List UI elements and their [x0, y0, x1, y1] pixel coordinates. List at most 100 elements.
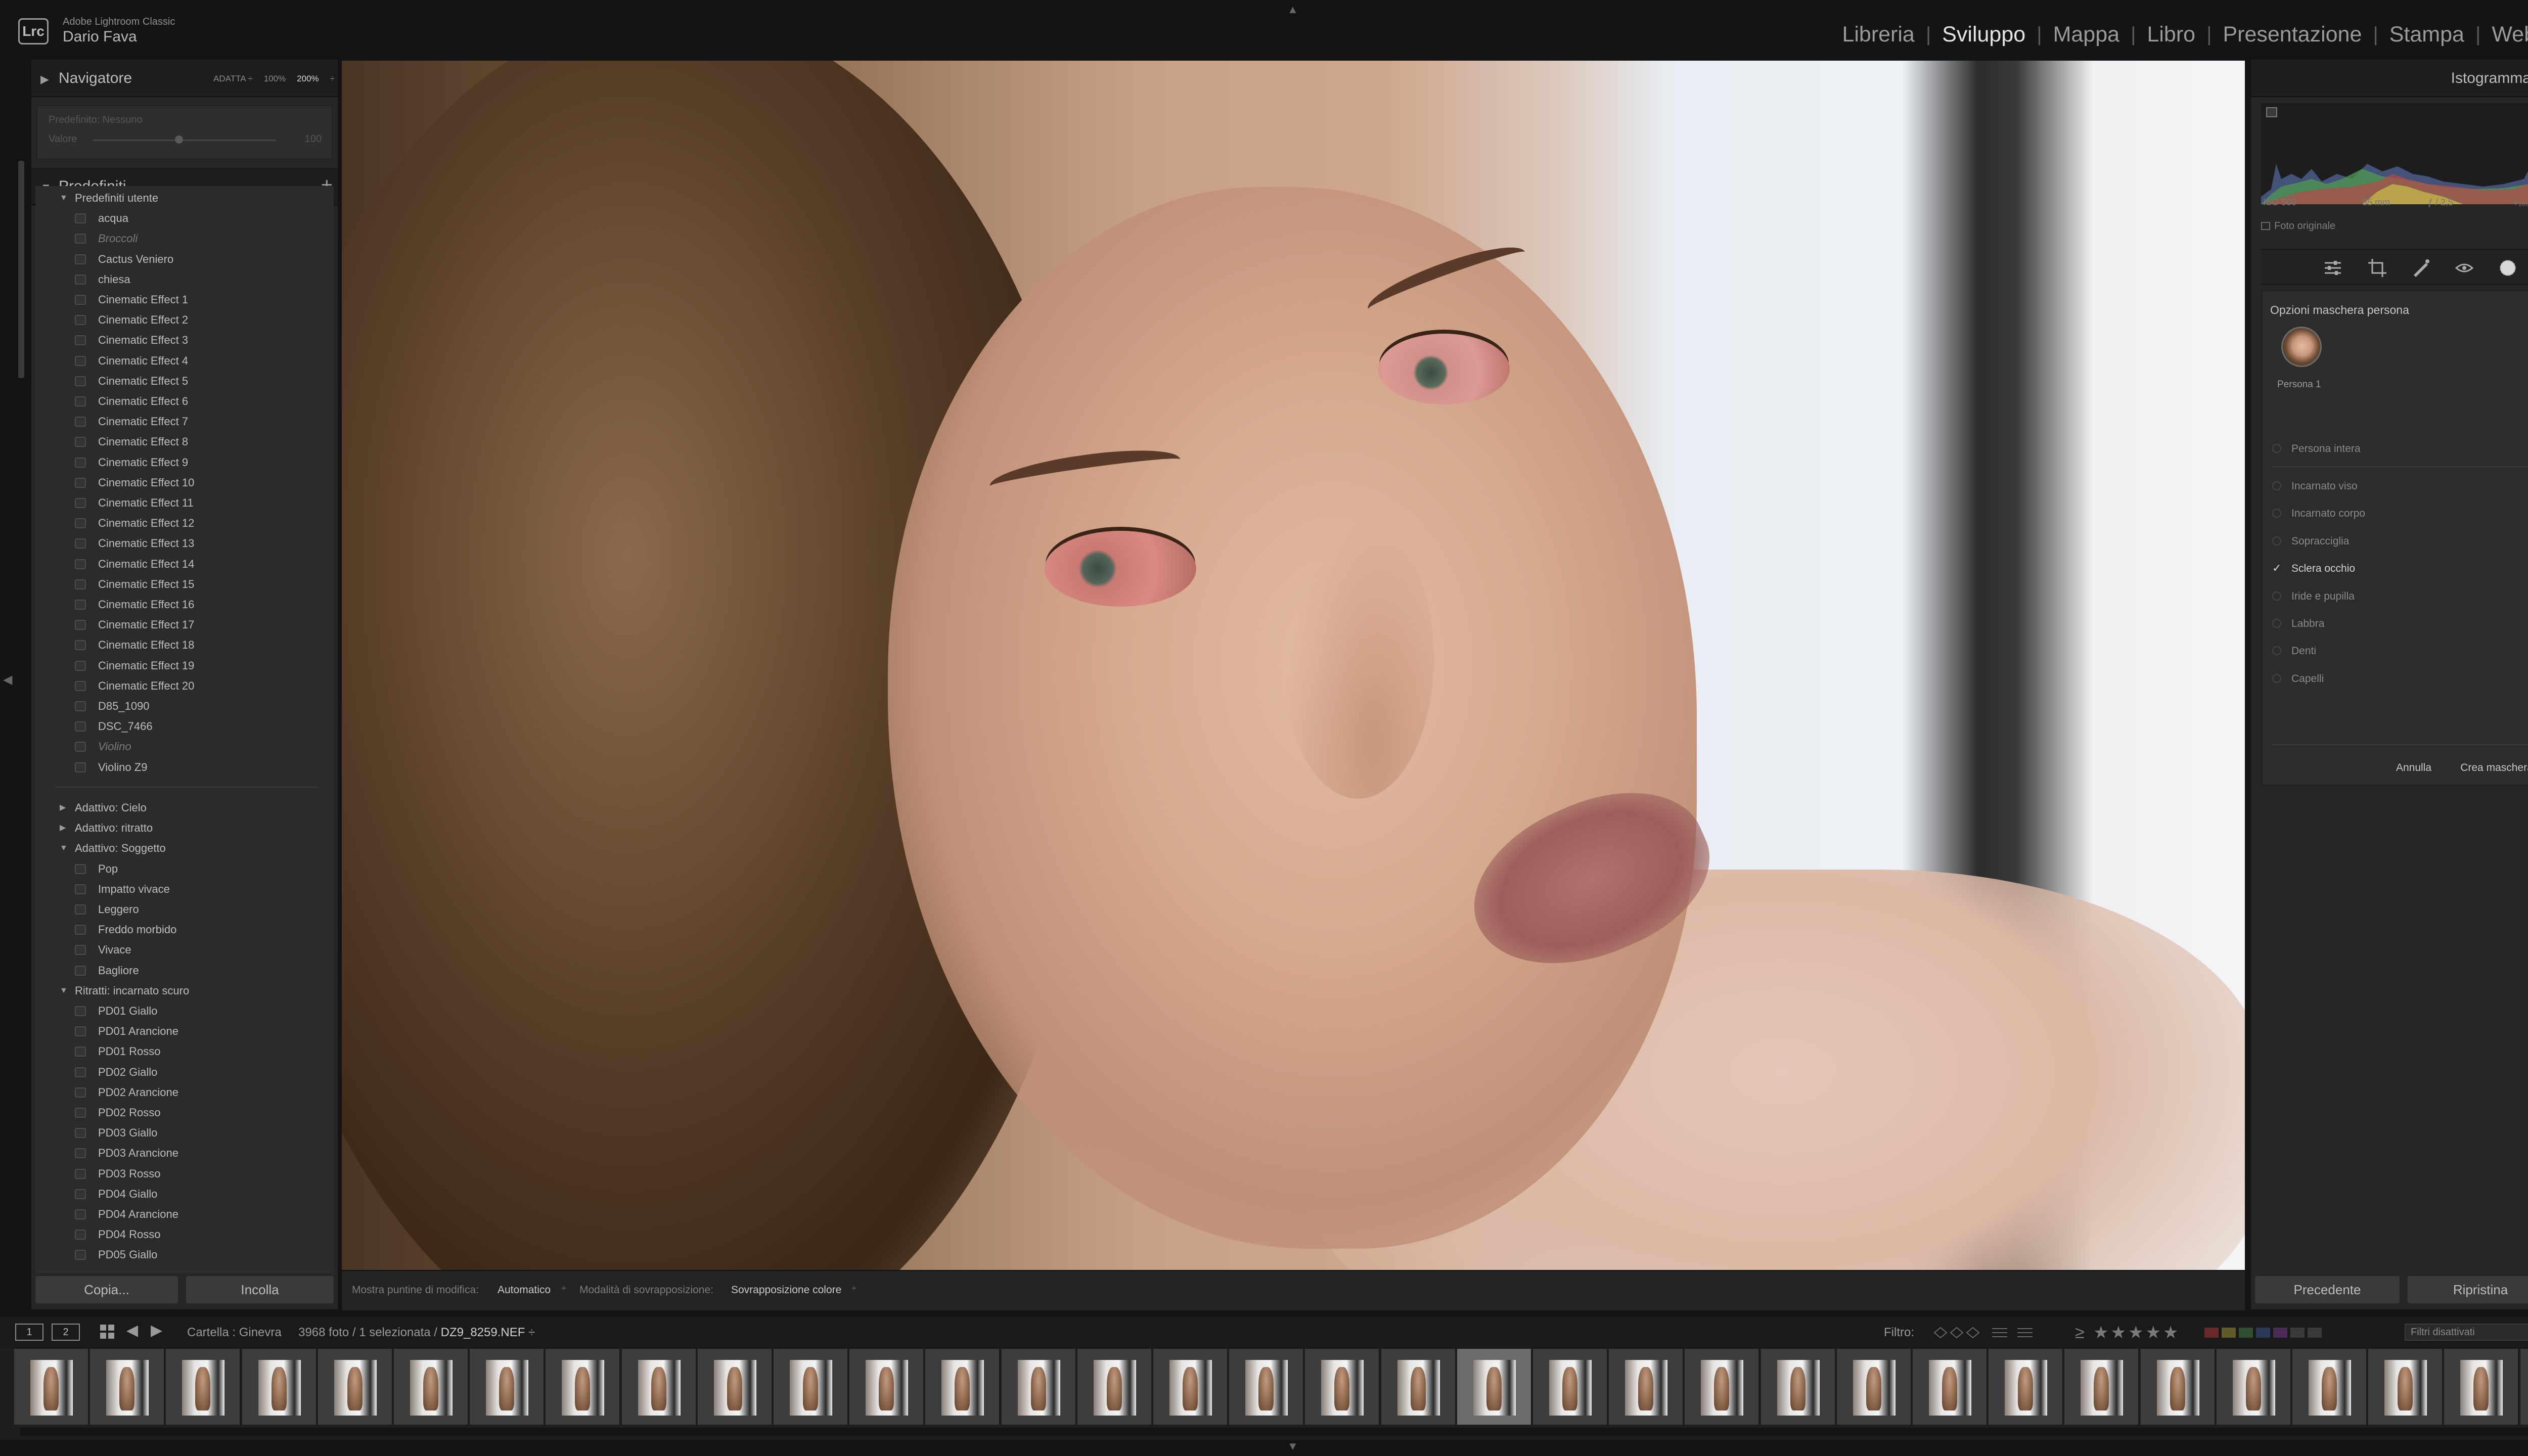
- filmstrip-thumbnail[interactable]: [1989, 1349, 2064, 1425]
- edit-pins-dropdown-icon[interactable]: ÷: [561, 1283, 566, 1294]
- preset-item[interactable]: Cinematic Effect 2: [35, 310, 334, 330]
- histogram[interactable]: [2261, 103, 2528, 204]
- top-panel-toggle-icon[interactable]: ▲: [1287, 3, 1298, 16]
- preset-item[interactable]: D85_1090: [35, 696, 334, 716]
- filmstrip-thumbnail[interactable]: [849, 1349, 925, 1425]
- cancel-button[interactable]: Annulla: [2383, 756, 2444, 780]
- preset-item[interactable]: PD04 Giallo: [35, 1184, 334, 1204]
- filmstrip-thumbnail[interactable]: [2064, 1349, 2140, 1425]
- preset-item[interactable]: Cinematic Effect 15: [35, 574, 334, 595]
- expanded-triangle-icon[interactable]: ▼: [60, 838, 68, 858]
- preset-item[interactable]: Cinematic Effect 3: [35, 330, 334, 350]
- filmstrip-thumbnail[interactable]: [2444, 1349, 2519, 1425]
- color-label-filter[interactable]: [2204, 1328, 2322, 1338]
- copy-button[interactable]: Copia...: [35, 1276, 178, 1303]
- filmstrip-thumbnail[interactable]: [697, 1349, 773, 1425]
- preset-item[interactable]: Cinematic Effect 12: [35, 513, 334, 533]
- filmstrip-thumbnail[interactable]: [470, 1349, 545, 1425]
- shadow-clipping-toggle[interactable]: [2266, 107, 2277, 117]
- filmstrip-source[interactable]: Cartella : Ginevra 3968 foto / 1 selezio…: [187, 1326, 535, 1340]
- healing-brush-icon[interactable]: [2411, 258, 2431, 278]
- preset-item[interactable]: Broccoli: [35, 229, 334, 249]
- reset-button[interactable]: Ripristina: [2408, 1276, 2528, 1303]
- collapsed-triangle-icon[interactable]: ▶: [60, 818, 66, 838]
- module-web[interactable]: Web: [2490, 22, 2528, 47]
- navigator-header[interactable]: ▶ Navigatore ADATTA ÷ 100% 200% ÷: [31, 60, 338, 97]
- option-checkbox[interactable]: [2272, 481, 2281, 490]
- overlay-mode-value[interactable]: Sovrapposizione colore: [731, 1284, 841, 1296]
- color-label-swatch[interactable]: [2222, 1328, 2236, 1338]
- overlay-mode-dropdown-icon[interactable]: ÷: [851, 1283, 856, 1294]
- filmstrip-scrollbar[interactable]: [20, 1428, 2528, 1436]
- preset-item[interactable]: Cinematic Effect 5: [35, 371, 334, 391]
- preset-item[interactable]: Cinematic Effect 10: [35, 473, 334, 493]
- forward-arrow-icon[interactable]: ▶: [151, 1322, 162, 1339]
- color-label-swatch[interactable]: [2239, 1328, 2253, 1338]
- preset-item[interactable]: Cinematic Effect 6: [35, 391, 334, 412]
- previous-button[interactable]: Precedente: [2255, 1276, 2400, 1303]
- zoom-option[interactable]: ADATTA ÷: [213, 74, 253, 84]
- filmstrip-thumbnail[interactable]: [394, 1349, 469, 1425]
- expanded-triangle-icon[interactable]: ▼: [60, 981, 68, 1001]
- module-libro[interactable]: Libro: [2145, 22, 2197, 47]
- zoom-option[interactable]: 100%: [264, 74, 286, 84]
- preset-group[interactable]: ▼ Ritratti: incarnato scuro: [35, 981, 334, 1001]
- preset-item[interactable]: Bagliore: [35, 961, 334, 981]
- preset-item[interactable]: Cinematic Effect 11: [35, 493, 334, 513]
- second-window-button[interactable]: 2: [52, 1324, 80, 1341]
- preset-item[interactable]: Cinematic Effect 9: [35, 452, 334, 473]
- preset-item[interactable]: DSC_7466: [35, 716, 334, 737]
- option-checkbox[interactable]: [2272, 536, 2281, 545]
- preset-group[interactable]: ▶ Adattivo: Cielo: [35, 798, 334, 818]
- color-label-swatch[interactable]: [2256, 1328, 2270, 1338]
- collapsed-triangle-icon[interactable]: ▶: [60, 798, 66, 818]
- identity-plate[interactable]: Dario Fava: [63, 28, 137, 46]
- filmstrip-thumbnail[interactable]: [546, 1349, 621, 1425]
- filmstrip-thumbnail[interactable]: [1229, 1349, 1304, 1425]
- preset-group[interactable]: ▼ Adattivo: Soggetto: [35, 838, 334, 858]
- filmstrip-thumbnail[interactable]: [2368, 1349, 2444, 1425]
- option-checkbox[interactable]: [2272, 509, 2281, 518]
- filmstrip-thumbnail[interactable]: [1913, 1349, 1988, 1425]
- filmstrip-thumbnail[interactable]: [90, 1349, 165, 1425]
- preset-item[interactable]: PD02 Rosso: [35, 1103, 334, 1123]
- preset-item[interactable]: Cinematic Effect 14: [35, 554, 334, 574]
- option-radio[interactable]: [2272, 444, 2281, 453]
- filmstrip-thumbnail[interactable]: [2520, 1349, 2528, 1425]
- original-photo-checkbox[interactable]: Foto originale: [2261, 220, 2335, 232]
- filmstrip-thumbnail[interactable]: [1381, 1349, 1456, 1425]
- filmstrip-thumbnail[interactable]: [318, 1349, 393, 1425]
- filmstrip-thumbnail[interactable]: [2140, 1349, 2216, 1425]
- filmstrip-thumbnail[interactable]: [1609, 1349, 1684, 1425]
- preset-item[interactable]: Cinematic Effect 13: [35, 533, 334, 554]
- histogram-header[interactable]: Istogramma ▼: [2251, 60, 2528, 97]
- preset-item[interactable]: Violino: [35, 737, 334, 757]
- preset-item[interactable]: Cinematic Effect 4: [35, 351, 334, 371]
- preset-item[interactable]: Cinematic Effect 16: [35, 595, 334, 615]
- preset-item[interactable]: Cinematic Effect 17: [35, 615, 334, 635]
- filmstrip-thumbnail[interactable]: [1760, 1349, 1836, 1425]
- filmstrip-thumbnail[interactable]: [14, 1349, 89, 1425]
- filmstrip-thumbnail[interactable]: [1685, 1349, 1760, 1425]
- filmstrip-thumbnail[interactable]: [774, 1349, 848, 1425]
- zoom-option[interactable]: 200%: [297, 74, 319, 84]
- preset-group[interactable]: ▼ Predefiniti utente: [35, 188, 334, 208]
- grid-view-icon[interactable]: [99, 1324, 115, 1340]
- preset-item[interactable]: Impatto vivace: [35, 879, 334, 899]
- create-mask-button[interactable]: Crea maschera: [2452, 756, 2528, 780]
- paste-button[interactable]: Incolla: [186, 1276, 334, 1303]
- filmstrip-thumbnail[interactable]: [242, 1349, 317, 1425]
- module-libreria[interactable]: Libreria: [1840, 22, 1916, 47]
- preset-item[interactable]: PD03 Giallo: [35, 1123, 334, 1143]
- preset-item[interactable]: Cinematic Effect 20: [35, 676, 334, 696]
- module-presentazione[interactable]: Presentazione: [2221, 22, 2364, 47]
- preset-item[interactable]: PD04 Rosso: [35, 1224, 334, 1245]
- preset-item[interactable]: Leggero: [35, 899, 334, 920]
- bottom-panel-toggle-icon[interactable]: ▼: [1287, 1440, 1298, 1453]
- preset-item[interactable]: PD03 Rosso: [35, 1164, 334, 1184]
- preset-group[interactable]: ▶ Adattivo: ritratto: [35, 818, 334, 838]
- left-panel-scrollbar[interactable]: [18, 161, 24, 378]
- left-panel-toggle-icon[interactable]: ◀: [3, 672, 12, 687]
- preset-item[interactable]: PD01 Arancione: [35, 1021, 334, 1041]
- masking-icon[interactable]: [2498, 258, 2518, 278]
